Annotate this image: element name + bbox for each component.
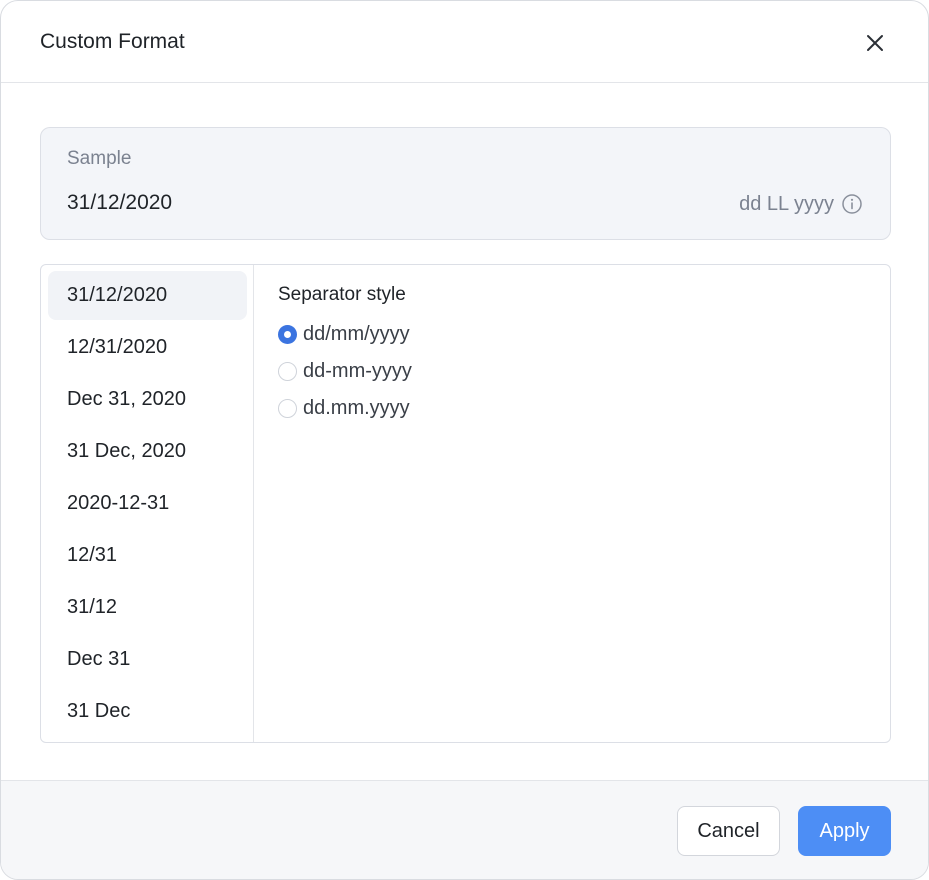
- format-panel: 31/12/2020 12/31/2020 Dec 31, 2020 31 Dec, …: [40, 264, 891, 743]
- dialog-footer: Cancel Apply: [1, 780, 928, 879]
- separator-option-label: dd-mm-yyyy: [303, 359, 412, 382]
- radio-button[interactable]: [278, 398, 297, 418]
- format-list-item[interactable]: Dec 31: [48, 635, 247, 684]
- sample-value: 31/12/2020: [67, 191, 173, 214]
- separator-style-title: Separator style: [278, 284, 406, 305]
- format-list-item[interactable]: 31 Dec: [48, 687, 247, 736]
- format-list-item[interactable]: 12/31: [48, 531, 247, 580]
- separator-option-label: dd/mm/yyyy: [303, 322, 410, 345]
- separator-option-label: dd.mm.yyyy: [303, 396, 410, 419]
- separator-option[interactable]: dd.mm.yyyy: [278, 394, 410, 422]
- format-list-item[interactable]: Dec 31, 2020: [48, 375, 247, 424]
- custom-format-dialog: Custom Format Sample 31/12/2020 dd LL yy…: [0, 0, 929, 880]
- format-list-item[interactable]: 31 Dec, 2020: [48, 427, 247, 476]
- radio-button[interactable]: [278, 361, 297, 381]
- cancel-button[interactable]: Cancel: [677, 806, 780, 856]
- separator-option[interactable]: dd-mm-yyyy: [278, 357, 412, 385]
- format-list: 31/12/2020 12/31/2020 Dec 31, 2020 31 Dec, …: [41, 265, 254, 742]
- sample-pattern: dd LL yyyy: [739, 193, 834, 215]
- radio-button[interactable]: [278, 324, 297, 344]
- format-list-item[interactable]: 31/12/2020: [48, 271, 247, 320]
- sample-preview: Sample 31/12/2020 dd LL yyyy: [40, 127, 891, 240]
- dialog-title: Custom Format: [40, 30, 185, 53]
- close-icon: [867, 35, 883, 51]
- info-icon[interactable]: [841, 193, 863, 215]
- sample-label: Sample: [67, 148, 132, 169]
- apply-button[interactable]: Apply: [798, 806, 891, 856]
- close-button[interactable]: [859, 27, 891, 59]
- format-list-item[interactable]: 31/12: [48, 583, 247, 632]
- separator-option[interactable]: dd/mm/yyyy: [278, 320, 410, 348]
- format-list-item[interactable]: 12/31/2020: [48, 323, 247, 372]
- format-list-item[interactable]: 2020-12-31: [48, 479, 247, 528]
- dialog-header: Custom Format: [1, 1, 928, 83]
- separator-options: Separator style dd/mm/yyyy dd-mm-yyyy dd.m…: [254, 265, 890, 742]
